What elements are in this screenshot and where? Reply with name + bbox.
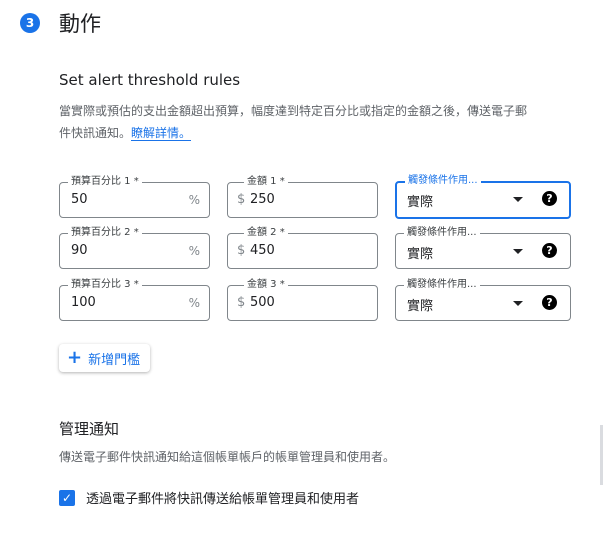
help-circle-icon[interactable]: ?: [542, 243, 557, 258]
plus-icon: +: [67, 347, 83, 368]
currency-prefix: $: [237, 295, 246, 310]
trigger-2-value: 實際: [407, 247, 434, 262]
trigger-2-select[interactable]: 觸發條件作用... 實際 ?: [395, 226, 571, 269]
amount-1-value: 250: [250, 192, 275, 207]
currency-prefix: $: [237, 192, 246, 207]
budget-percent-2-field[interactable]: 預算百分比 2 * 90 %: [59, 226, 210, 269]
threshold-rules-description: 當實際或預估的支出金額超出預算，幅度達到特定百分比或指定的金額之後，傳送電子郵 …: [59, 100, 603, 144]
help-circle-icon[interactable]: ?: [542, 191, 557, 206]
trigger-3-label: 觸發條件作用...: [404, 278, 480, 292]
currency-prefix: $: [237, 243, 246, 258]
chevron-down-icon: [513, 301, 523, 306]
percent-suffix: %: [188, 193, 200, 207]
step-number-badge: 3: [20, 13, 40, 33]
description-line-1: 當實際或預估的支出金額超出預算，幅度達到特定百分比或指定的金額之後，傳送電子郵: [59, 104, 528, 118]
amount-3-label: 金額 3 *: [244, 278, 288, 292]
help-circle-icon[interactable]: ?: [542, 295, 557, 310]
trigger-3-select[interactable]: 觸發條件作用... 實際 ?: [395, 278, 571, 321]
trigger-2-label: 觸發條件作用...: [404, 226, 480, 240]
amount-2-value: 450: [250, 243, 275, 258]
amount-1-label: 金額 1 *: [244, 175, 288, 189]
threshold-rules-heading: Set alert threshold rules: [59, 71, 241, 89]
amount-2-label: 金額 2 *: [244, 226, 288, 240]
budget-percent-3-label: 預算百分比 3 *: [68, 278, 142, 292]
description-line-2: 件快訊通知。瞭解詳情。: [59, 122, 603, 144]
manage-notifications-heading: 管理通知: [59, 420, 120, 438]
budget-percent-3-field[interactable]: 預算百分比 3 * 100 %: [59, 278, 210, 321]
chevron-down-icon: [513, 197, 523, 202]
budget-percent-3-value: 100: [71, 295, 96, 310]
amount-2-field[interactable]: 金額 2 * $ 450: [227, 226, 378, 269]
add-threshold-button[interactable]: + 新增門檻: [59, 344, 151, 372]
budget-percent-2-value: 90: [71, 243, 88, 258]
amount-1-field[interactable]: 金額 1 * $ 250: [227, 175, 378, 218]
amount-3-value: 500: [250, 295, 275, 310]
amount-3-field[interactable]: 金額 3 * $ 500: [227, 278, 378, 321]
trigger-1-select[interactable]: 觸發條件作用... 實際 ?: [395, 174, 571, 219]
percent-suffix: %: [188, 244, 200, 258]
add-threshold-label: 新增門檻: [88, 352, 141, 368]
percent-suffix: %: [188, 296, 200, 310]
trigger-1-label: 觸發條件作用...: [405, 174, 481, 188]
notify-billing-admins-label: 透過電子郵件將快訊傳送給帳單管理員和使用者: [86, 492, 360, 507]
budget-percent-2-label: 預算百分比 2 *: [68, 226, 142, 240]
budget-percent-1-field[interactable]: 預算百分比 1 * 50 %: [59, 175, 210, 218]
trigger-1-value: 實際: [407, 195, 434, 210]
budget-percent-1-value: 50: [71, 192, 88, 207]
manage-notifications-description: 傳送電子郵件快訊通知給這個帳單帳戶的帳單管理員和使用者。: [59, 450, 396, 464]
notify-billing-admins-checkbox[interactable]: ✓: [59, 489, 75, 506]
notify-billing-admins-option[interactable]: ✓ 透過電子郵件將快訊傳送給帳單管理員和使用者: [59, 488, 359, 507]
trigger-3-value: 實際: [407, 299, 434, 314]
checkmark-icon: ✓: [61, 490, 73, 505]
budget-percent-1-label: 預算百分比 1 *: [68, 175, 142, 189]
step-title: 動作: [59, 12, 101, 36]
chevron-down-icon: [513, 249, 523, 254]
learn-more-link[interactable]: 瞭解詳情。: [131, 126, 192, 141]
description-line-2-text: 件快訊通知。: [59, 126, 132, 140]
